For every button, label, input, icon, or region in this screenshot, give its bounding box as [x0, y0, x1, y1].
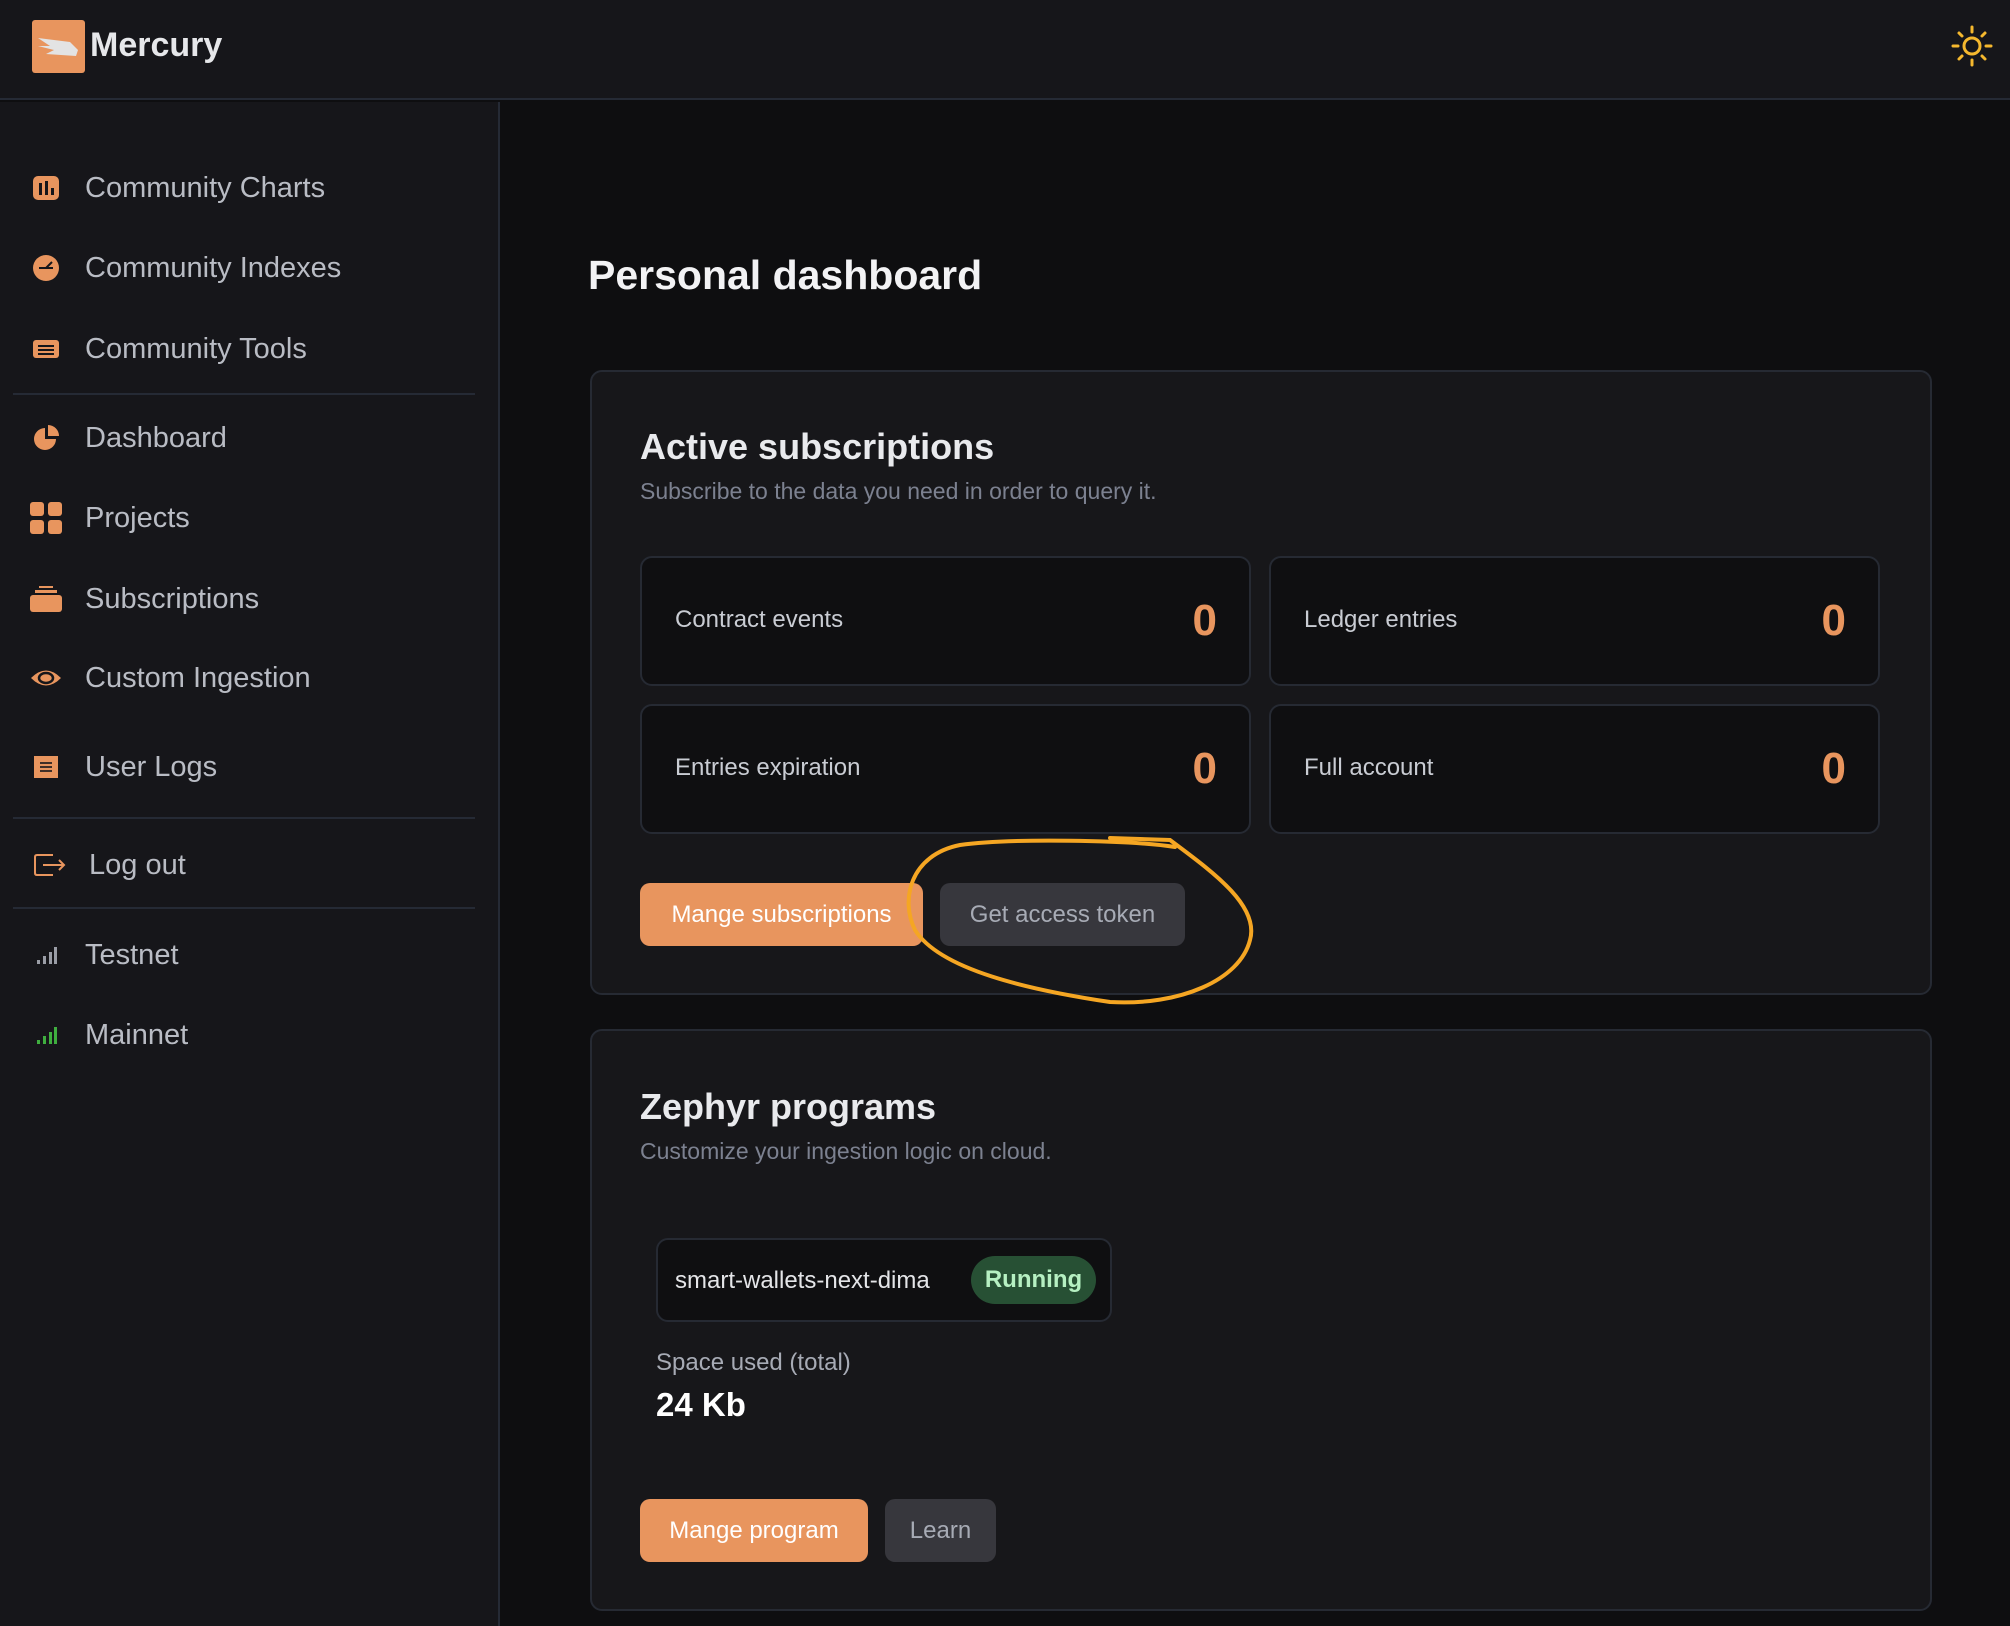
- stat-contract-events: Contract events 0: [640, 556, 1251, 686]
- highlight-annotation: [906, 836, 1254, 1005]
- grid-icon: [28, 500, 64, 536]
- eye-icon: [28, 660, 64, 696]
- log-icon: [28, 749, 64, 785]
- sun-icon[interactable]: [1950, 24, 1994, 68]
- bar-chart-icon: [28, 170, 64, 206]
- mercury-logo[interactable]: [32, 20, 85, 73]
- card-title: Zephyr programs: [640, 1086, 937, 1127]
- brand-name: Mercury: [90, 26, 223, 64]
- logout-icon: [32, 847, 68, 883]
- card-subtitle: Customize your ingestion logic on cloud.: [640, 1138, 1052, 1164]
- page-title: Personal dashboard: [588, 252, 983, 298]
- gauge-icon: [28, 250, 64, 286]
- sidebar-item-testnet[interactable]: Testnet: [0, 925, 500, 985]
- sidebar-item-dashboard[interactable]: Dashboard: [0, 408, 500, 468]
- card-subtitle: Subscribe to the data you need in order …: [640, 478, 1157, 504]
- learn-button[interactable]: Learn: [885, 1499, 996, 1562]
- card-title: Active subscriptions: [640, 426, 995, 467]
- space-used-label: Space used (total): [656, 1349, 851, 1376]
- stat-ledger-entries: Ledger entries 0: [1269, 556, 1880, 686]
- program-name: smart-wallets-next-dima: [675, 1267, 930, 1294]
- toolbox-icon: [28, 331, 64, 367]
- sidebar-item-user-logs[interactable]: User Logs: [0, 737, 500, 797]
- signal-icon: [28, 937, 64, 973]
- sidebar-item-community-charts[interactable]: Community Charts: [0, 158, 500, 218]
- sidebar-item-custom-ingestion[interactable]: Custom Ingestion: [0, 648, 500, 708]
- signal-icon: [28, 1017, 64, 1053]
- space-used-value: 24 Kb: [656, 1386, 746, 1423]
- program-item[interactable]: smart-wallets-next-dima Running: [656, 1238, 1112, 1322]
- sidebar-item-community-tools[interactable]: Community Tools: [0, 319, 500, 379]
- zephyr-programs-card: Zephyr programs Customize your ingestion…: [590, 1029, 1932, 1611]
- manage-program-button[interactable]: Mange program: [640, 1499, 868, 1562]
- sidebar-item-projects[interactable]: Projects: [0, 488, 500, 548]
- stat-entries-expiration: Entries expiration 0: [640, 704, 1251, 834]
- top-bar: Mercury: [0, 0, 2010, 100]
- status-badge: Running: [971, 1256, 1096, 1304]
- stack-icon: [28, 581, 64, 617]
- sidebar-item-mainnet[interactable]: Mainnet: [0, 1005, 500, 1065]
- sidebar-item-log-out[interactable]: Log out: [0, 835, 500, 895]
- sidebar-divider: [13, 907, 475, 909]
- stat-full-account: Full account 0: [1269, 704, 1880, 834]
- sidebar: Community Charts Community Indexes Commu…: [0, 102, 500, 1626]
- sidebar-divider: [13, 817, 475, 819]
- pie-chart-icon: [28, 420, 64, 456]
- sidebar-item-community-indexes[interactable]: Community Indexes: [0, 238, 500, 298]
- sidebar-divider: [13, 393, 475, 395]
- sidebar-item-subscriptions[interactable]: Subscriptions: [0, 569, 500, 629]
